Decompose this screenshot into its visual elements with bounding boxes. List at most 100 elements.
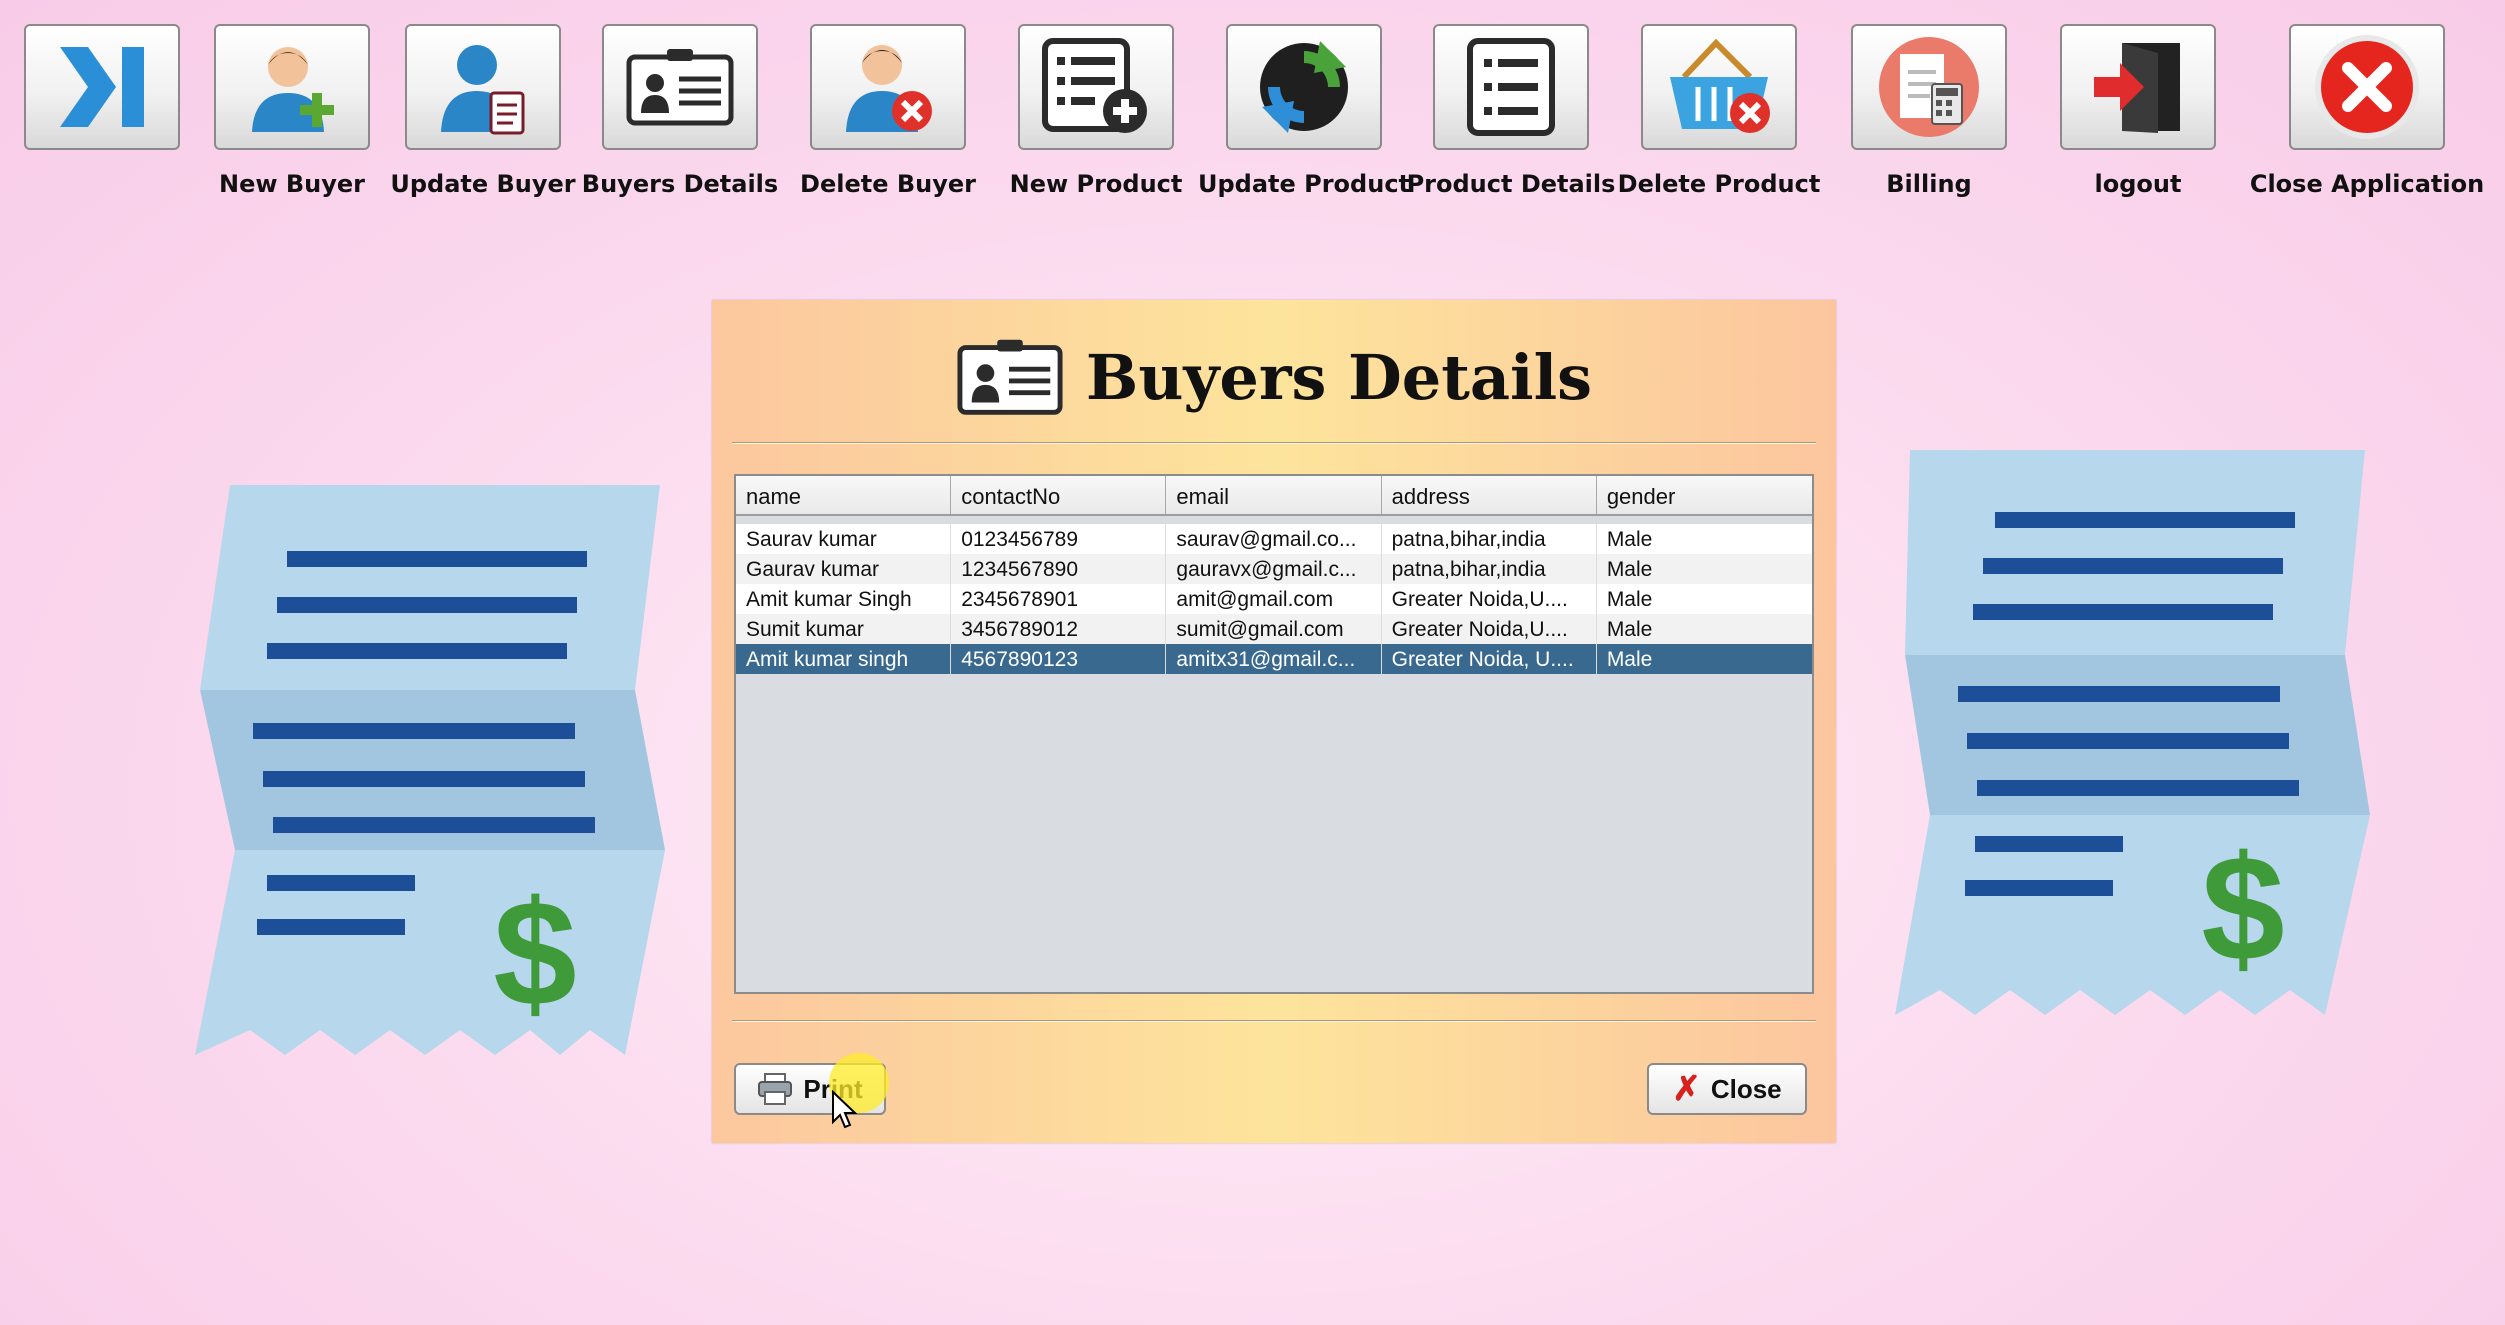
table-body: Saurav kumar 0123456789 saurav@gmail.co.… bbox=[736, 516, 1812, 674]
cell-name: Gaurav kumar bbox=[736, 554, 952, 584]
buyers-table[interactable]: name contactNo email address gender Saur… bbox=[734, 474, 1814, 994]
close-circle-icon bbox=[2315, 35, 2419, 139]
delete-product-button[interactable] bbox=[1641, 24, 1797, 150]
billing-icon bbox=[1879, 37, 1979, 137]
update-product-button[interactable] bbox=[1226, 24, 1382, 150]
cell-email: gauravx@gmail.c... bbox=[1166, 554, 1382, 584]
new-product-label: New Product bbox=[1009, 170, 1183, 198]
cell-contactno: 4567890123 bbox=[951, 644, 1167, 674]
update-user-icon bbox=[441, 45, 525, 135]
delete-basket-icon bbox=[1670, 38, 1770, 133]
cell-gender: Male bbox=[1606, 558, 1653, 581]
close-button[interactable]: ✗ Close bbox=[1647, 1063, 1807, 1115]
cell-email: sumit@gmail.com bbox=[1166, 614, 1382, 644]
logout-door-icon bbox=[2094, 43, 2180, 133]
table-row-selected[interactable]: Amit kumar singh 4567890123 amitx31@gmai… bbox=[736, 644, 1812, 674]
close-application-button[interactable] bbox=[2289, 24, 2445, 150]
refresh-icon bbox=[1260, 41, 1348, 133]
cell-gender: Male bbox=[1606, 648, 1653, 671]
cell-email: amit@gmail.com bbox=[1166, 584, 1382, 614]
product-details-button[interactable] bbox=[1433, 24, 1589, 150]
collapse-button[interactable] bbox=[24, 24, 180, 150]
column-header-gender[interactable]: gender bbox=[1597, 476, 1812, 514]
receipt-illustration-right: $ bbox=[1895, 450, 2370, 1015]
toolbar-buyers-details[interactable]: Buyers Details bbox=[582, 24, 778, 198]
toolbar-update-product[interactable]: Update Product bbox=[1198, 24, 1410, 198]
buyers-details-button[interactable] bbox=[602, 24, 758, 150]
cell-address: Greater Noida, U.... bbox=[1382, 644, 1597, 674]
toolbar-product-details[interactable]: Product Details bbox=[1407, 24, 1615, 198]
table-row[interactable]: Sumit kumar 3456789012 sumit@gmail.com G… bbox=[736, 614, 1812, 644]
cell-name: Sumit kumar bbox=[736, 614, 952, 644]
delete-buyer-label: Delete Buyer bbox=[800, 170, 976, 198]
cell-gender: Male bbox=[1606, 528, 1653, 551]
cell-contactno: 3456789012 bbox=[951, 614, 1167, 644]
column-header-name[interactable]: name bbox=[736, 476, 952, 514]
cell-gender: Male bbox=[1606, 588, 1653, 611]
table-row[interactable]: Amit kumar Singh 2345678901 amit@gmail.c… bbox=[736, 584, 1812, 614]
svg-text:$: $ bbox=[2201, 824, 2284, 992]
buyers-details-dialog: Buyers Details name contactNo email addr… bbox=[712, 300, 1836, 1143]
list-icon bbox=[1467, 38, 1555, 136]
id-card-icon bbox=[626, 49, 734, 126]
table-row[interactable]: Saurav kumar 0123456789 saurav@gmail.co.… bbox=[736, 524, 1812, 554]
close-label: Close bbox=[1710, 1073, 1782, 1104]
cell-gender: Male bbox=[1606, 618, 1653, 641]
new-buyer-button[interactable] bbox=[214, 24, 370, 150]
header-divider bbox=[732, 442, 1816, 444]
new-buyer-label: New Buyer bbox=[218, 170, 366, 198]
update-buyer-button[interactable] bbox=[405, 24, 561, 150]
receipt-illustration-left: $ bbox=[195, 485, 665, 1055]
table-header: name contactNo email address gender bbox=[736, 476, 1812, 516]
cell-name: Saurav kumar bbox=[736, 524, 952, 554]
printer-icon bbox=[758, 1073, 793, 1105]
id-card-icon bbox=[957, 339, 1063, 415]
cell-email: saurav@gmail.co... bbox=[1166, 524, 1382, 554]
close-x-icon: ✗ bbox=[1672, 1070, 1701, 1108]
column-header-address[interactable]: address bbox=[1382, 476, 1597, 514]
delete-buyer-button[interactable] bbox=[810, 24, 966, 150]
close-application-label: Close Application bbox=[2249, 170, 2485, 198]
toolbar-update-buyer[interactable]: Update Buyer bbox=[390, 24, 576, 198]
toolbar-new-buyer[interactable]: New Buyer bbox=[212, 24, 372, 198]
update-product-label: Update Product bbox=[1197, 170, 1411, 198]
main-toolbar: New Buyer Update Buyer Buyers Details De… bbox=[0, 0, 2505, 220]
cell-name: Amit kumar Singh bbox=[736, 584, 952, 614]
toolbar-close-application[interactable]: Close Application bbox=[2250, 24, 2484, 198]
cell-name: Amit kumar singh bbox=[736, 644, 952, 674]
add-user-icon bbox=[252, 47, 334, 132]
cell-address: patna,bihar,india bbox=[1382, 554, 1597, 584]
add-list-icon bbox=[1042, 38, 1147, 133]
footer-divider bbox=[732, 1020, 1816, 1022]
toolbar-new-product[interactable]: New Product bbox=[1010, 24, 1182, 198]
cell-address: Greater Noida,U.... bbox=[1382, 584, 1597, 614]
mouse-pointer-icon bbox=[832, 1090, 858, 1129]
logout-button[interactable] bbox=[2060, 24, 2216, 150]
column-header-contactno[interactable]: contactNo bbox=[951, 476, 1167, 514]
product-details-label: Product Details bbox=[1406, 170, 1616, 198]
toolbar-delete-product[interactable]: Delete Product bbox=[1618, 24, 1820, 198]
cell-contactno: 2345678901 bbox=[951, 584, 1167, 614]
collapse-arrow-icon bbox=[60, 47, 144, 127]
dialog-title: Buyers Details bbox=[1085, 340, 1593, 414]
delete-user-icon bbox=[846, 45, 932, 132]
toolbar-billing[interactable]: Billing bbox=[1849, 24, 2009, 198]
column-header-email[interactable]: email bbox=[1166, 476, 1382, 514]
new-product-button[interactable] bbox=[1018, 24, 1174, 150]
delete-product-label: Delete Product bbox=[1617, 170, 1821, 198]
update-buyer-label: Update Buyer bbox=[390, 170, 576, 198]
toolbar-collapse[interactable] bbox=[22, 24, 182, 150]
cell-email: amitx31@gmail.c... bbox=[1166, 644, 1382, 674]
cell-address: patna,bihar,india bbox=[1382, 524, 1597, 554]
billing-button[interactable] bbox=[1851, 24, 2007, 150]
toolbar-logout[interactable]: logout bbox=[2058, 24, 2218, 198]
svg-text:$: $ bbox=[493, 869, 576, 1037]
cell-address: Greater Noida,U.... bbox=[1382, 614, 1597, 644]
cell-contactno: 0123456789 bbox=[951, 524, 1167, 554]
table-row[interactable]: Gaurav kumar 1234567890 gauravx@gmail.c.… bbox=[736, 554, 1812, 584]
dialog-header: Buyers Details bbox=[712, 332, 1836, 422]
logout-label: logout bbox=[2094, 170, 2182, 198]
cell-contactno: 1234567890 bbox=[951, 554, 1167, 584]
toolbar-delete-buyer[interactable]: Delete Buyer bbox=[800, 24, 976, 198]
buyers-details-label: Buyers Details bbox=[581, 170, 779, 198]
